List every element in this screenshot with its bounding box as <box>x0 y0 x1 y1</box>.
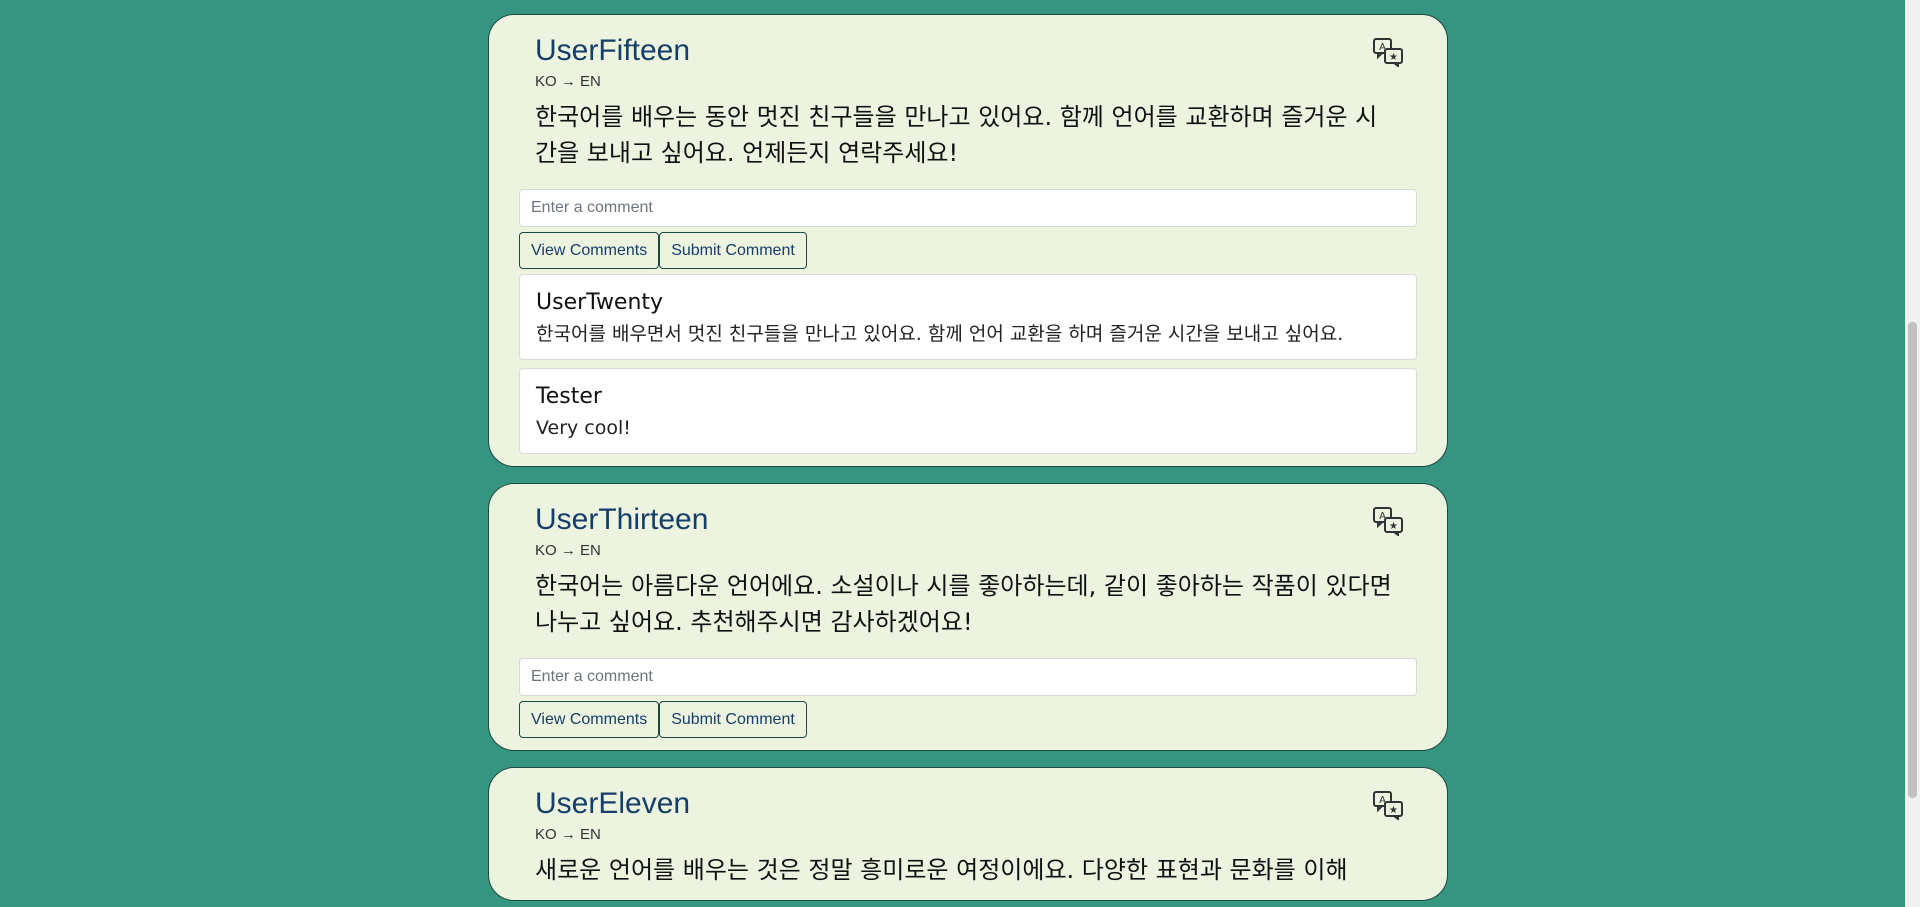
svg-text:★: ★ <box>1389 805 1398 816</box>
post-language-pair: KO → EN <box>535 826 601 843</box>
view-comments-button[interactable]: View Comments <box>519 701 660 738</box>
comment-item: Tester Very cool! <box>519 368 1417 454</box>
comment-actions: View Comments Submit Comment <box>519 232 1417 269</box>
post-language-pair: KO → EN <box>535 542 601 559</box>
comment-item: UserTwenty 한국어를 배우면서 멋진 친구들을 만나고 있어요. 함께… <box>519 274 1417 360</box>
comment-text: Very cool! <box>536 417 631 439</box>
post-author[interactable]: UserFifteen <box>519 33 1417 69</box>
post-text: 새로운 언어를 배우는 것은 정말 흥미로운 여정이에요. 다양한 표현과 문화… <box>535 856 1348 884</box>
comment-author: Tester <box>536 384 602 409</box>
post-text: 한국어를 배우는 동안 멋진 친구들을 만나고 있어요. 함께 언어를 교환하며… <box>535 103 1378 167</box>
post-feed: UserFifteen KO → EN 한국어를 배우는 동안 멋진 친구들을 … <box>488 14 1448 907</box>
translate-button[interactable]: A ★ <box>1371 37 1405 69</box>
post-card: UserFifteen KO → EN 한국어를 배우는 동안 멋진 친구들을 … <box>488 14 1448 467</box>
translate-icon: A ★ <box>1373 791 1403 821</box>
post-text: 한국어는 아름다운 언어에요. 소설이나 시를 좋아하는데, 같이 좋아하는 작… <box>535 572 1392 636</box>
translate-button[interactable]: A ★ <box>1371 790 1405 822</box>
translate-icon: A ★ <box>1373 38 1403 68</box>
svg-text:★: ★ <box>1389 521 1398 532</box>
comment-input[interactable] <box>519 658 1417 696</box>
post-author[interactable]: UserEleven <box>519 786 1417 822</box>
view-comments-button[interactable]: View Comments <box>519 232 660 269</box>
comment-list: UserTwenty 한국어를 배우면서 멋진 친구들을 만나고 있어요. 함께… <box>519 274 1417 454</box>
viewport: UserFifteen KO → EN 한국어를 배우는 동안 멋진 친구들을 … <box>0 0 1920 907</box>
post-card: UserThirteen KO → EN 한국어는 아름다운 언어에요. 소설이… <box>488 483 1448 751</box>
comment-text: 한국어를 배우면서 멋진 친구들을 만나고 있어요. 함께 언어 교환을 하며 … <box>536 323 1344 345</box>
post-author[interactable]: UserThirteen <box>519 502 1417 538</box>
translate-button[interactable]: A ★ <box>1371 506 1405 538</box>
page-scrollbar[interactable] <box>1905 0 1920 907</box>
post-language-pair: KO → EN <box>535 73 601 90</box>
scrollbar-thumb[interactable] <box>1908 322 1917 798</box>
comment-author: UserTwenty <box>536 290 664 315</box>
post-card: UserEleven KO → EN 새로운 언어를 배우는 것은 정말 흥미로… <box>488 767 1448 901</box>
submit-comment-button[interactable]: Submit Comment <box>659 701 807 738</box>
comment-input[interactable] <box>519 189 1417 227</box>
svg-text:★: ★ <box>1389 52 1398 63</box>
comment-actions: View Comments Submit Comment <box>519 701 1417 738</box>
submit-comment-button[interactable]: Submit Comment <box>659 232 807 269</box>
translate-icon: A ★ <box>1373 507 1403 537</box>
